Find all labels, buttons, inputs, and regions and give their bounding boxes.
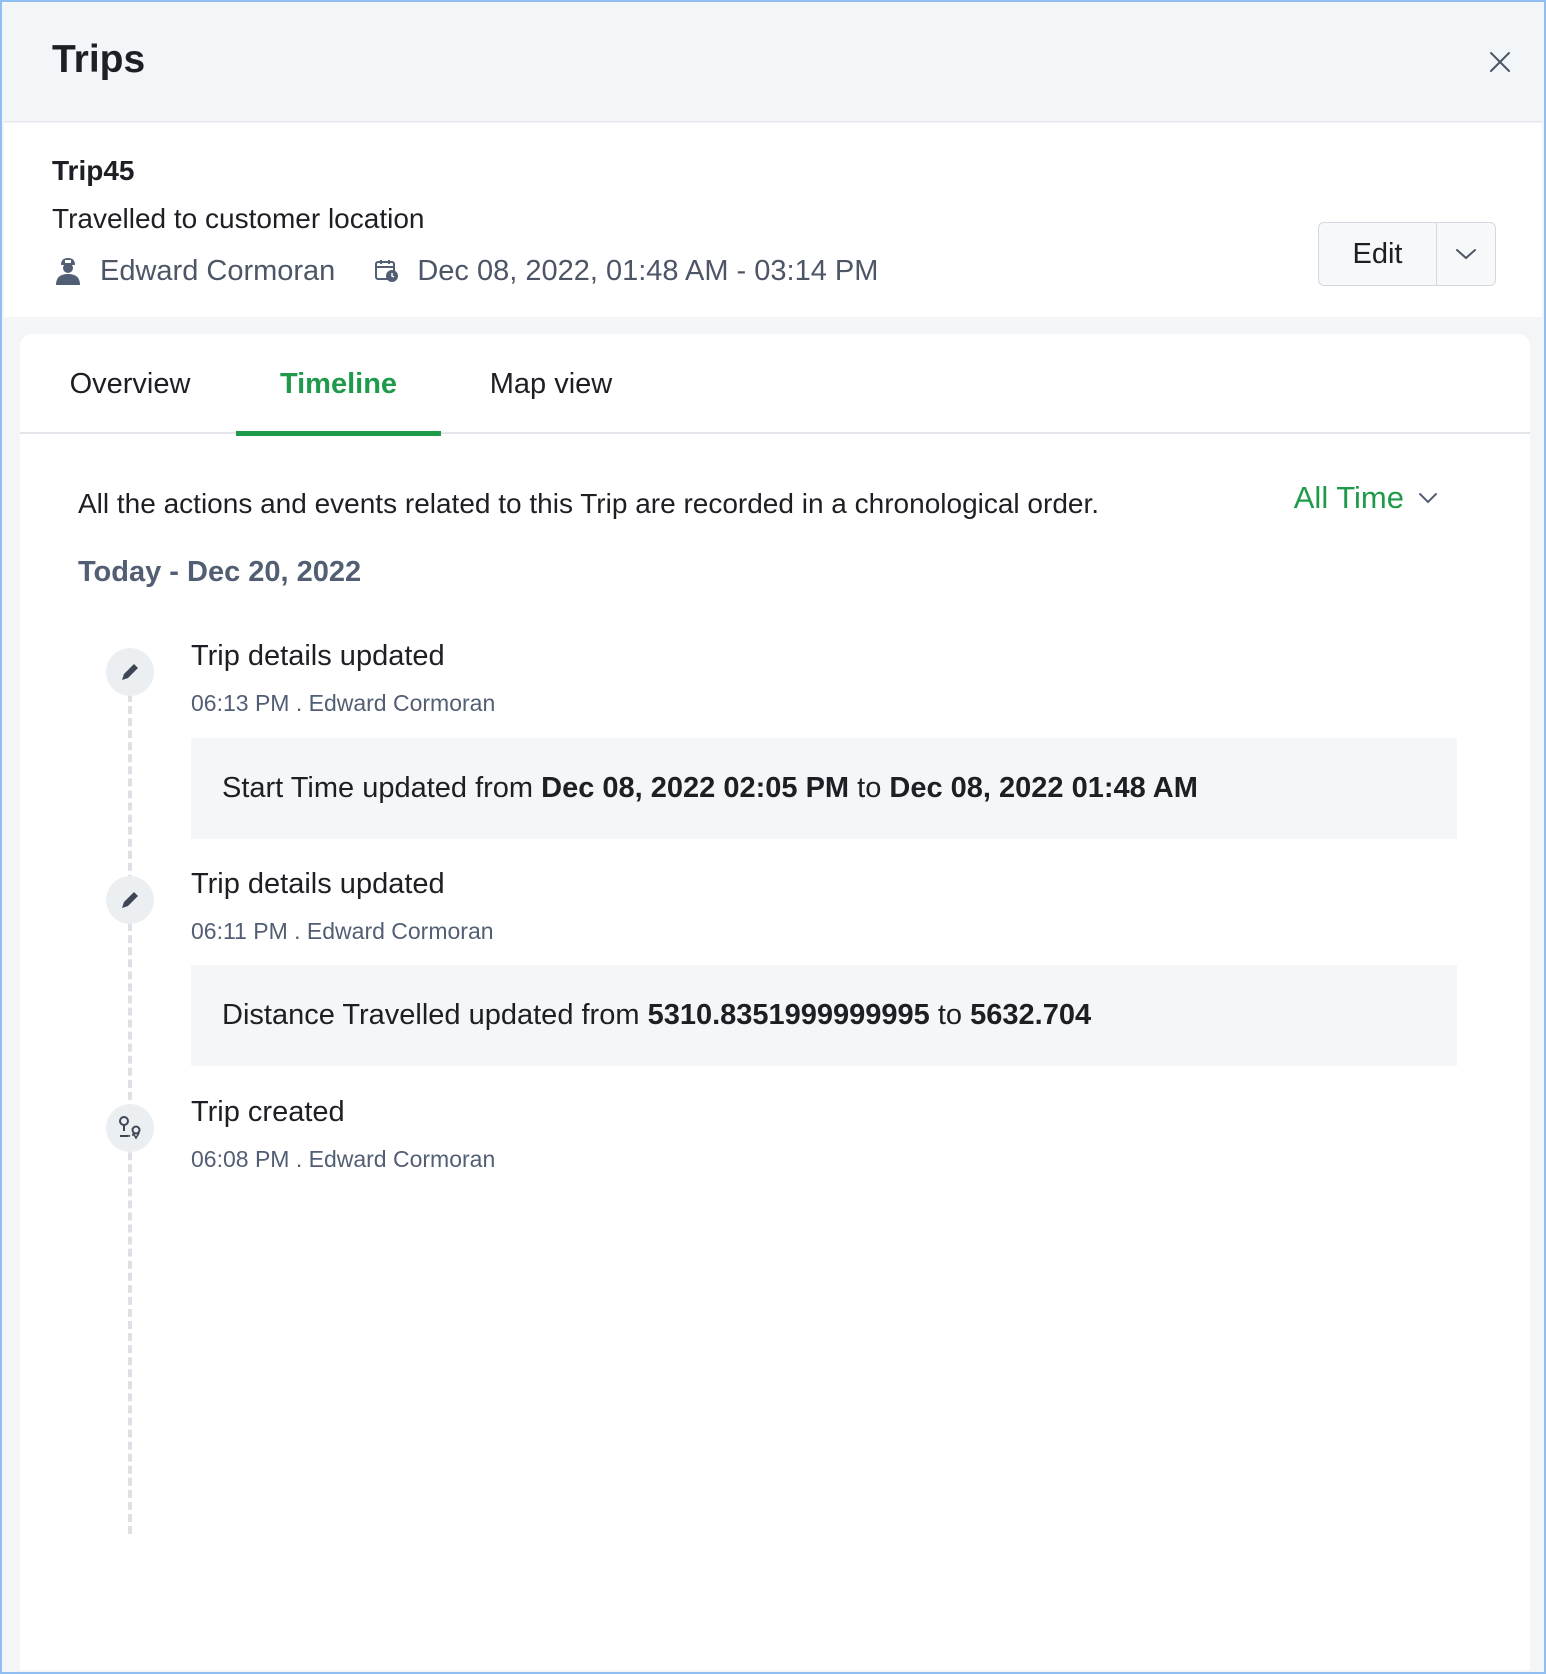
driver-name[interactable]: Edward Cormoran <box>100 255 335 288</box>
event-title: Trip details updated <box>191 640 445 672</box>
route-pin-icon <box>106 1104 154 1152</box>
time-filter-dropdown[interactable]: All Time <box>1294 480 1438 516</box>
detail-to-value: Dec 08, 2022 01:48 AM <box>889 772 1198 804</box>
calendar-clock-icon <box>371 255 403 287</box>
edit-button-group: Edit <box>1318 222 1496 286</box>
detail-mid: to <box>929 999 971 1031</box>
pencil-icon <box>106 648 154 696</box>
tab-bar: Overview Timeline Map view <box>20 334 1530 436</box>
edit-dropdown-button[interactable] <box>1437 223 1495 285</box>
trips-dialog: Trips Trip45 Travelled to customer locat… <box>0 0 1546 1674</box>
trip-date-range: Dec 08, 2022, 01:48 AM - 03:14 PM <box>417 254 879 287</box>
event-detail: Distance Travelled updated from 5310.835… <box>191 965 1457 1066</box>
edit-button[interactable]: Edit <box>1319 223 1437 285</box>
event-meta: 06:11 PM . Edward Cormoran <box>191 918 494 944</box>
trip-meta: Edward Cormoran Dec 08, 2022, 01:48 AM -… <box>52 251 878 291</box>
detail-prefix: Start Time updated from <box>222 772 542 804</box>
chevron-down-icon <box>1456 249 1476 260</box>
event-title: Trip details updated <box>191 868 445 900</box>
detail-from-value: 5310.8351999999995 <box>647 999 930 1031</box>
driver-icon <box>52 255 84 287</box>
tab-overview[interactable]: Overview <box>68 334 192 434</box>
detail-mid: to <box>849 772 890 804</box>
close-button[interactable] <box>1480 42 1520 82</box>
time-filter-label: All Time <box>1293 480 1404 515</box>
pencil-icon <box>106 876 154 924</box>
date-group-heading: Today - Dec 20, 2022 <box>78 556 362 588</box>
close-icon <box>1490 52 1510 72</box>
event-meta: 06:08 PM . Edward Cormoran <box>191 1146 496 1172</box>
timeline-intro: All the actions and events related to th… <box>78 488 1100 519</box>
detail-from-value: Dec 08, 2022 02:05 PM <box>541 772 850 804</box>
tab-timeline[interactable]: Timeline <box>236 334 441 436</box>
event-detail: Start Time updated from Dec 08, 2022 02:… <box>191 738 1457 839</box>
trip-summary: Trip45 Travelled to customer location Ed… <box>4 123 1542 317</box>
tab-map-view[interactable]: Map view <box>486 334 616 434</box>
event-meta: 06:13 PM . Edward Cormoran <box>191 690 496 716</box>
trip-name: Trip45 <box>52 155 135 186</box>
detail-to-value: 5632.704 <box>970 999 1092 1031</box>
event-title: Trip created <box>191 1096 345 1128</box>
dialog-title: Trips <box>52 38 146 81</box>
detail-prefix: Distance Travelled updated from <box>222 999 648 1031</box>
content-panel: Overview Timeline Map view All the actio… <box>20 334 1530 1670</box>
trip-description: Travelled to customer location <box>52 203 425 234</box>
dialog-header: Trips <box>4 4 1542 122</box>
chevron-down-icon <box>1419 493 1437 504</box>
